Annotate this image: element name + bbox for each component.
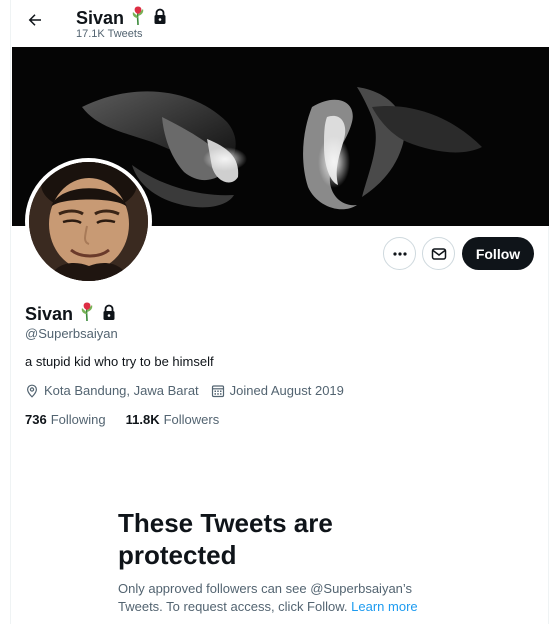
protected-lock-icon — [152, 8, 168, 30]
location-pin-icon — [26, 384, 38, 398]
header-tweet-count: 17.1K Tweets — [76, 28, 143, 40]
learn-more-link[interactable]: Learn more — [351, 599, 417, 614]
more-horizontal-icon — [392, 251, 407, 256]
following-link[interactable]: 736 Following — [25, 412, 106, 427]
location-text: Kota Bandung, Jawa Barat — [44, 383, 199, 398]
protected-notice: These Tweets are protected Only approved… — [118, 507, 458, 616]
joined-item: Joined August 2019 — [211, 383, 344, 398]
follow-button[interactable]: Follow — [462, 237, 534, 270]
followers-link[interactable]: 11.8K Followers — [126, 412, 220, 427]
follow-stats: 736 Following 11.8K Followers — [25, 412, 239, 427]
profile-name: Sivan — [25, 304, 74, 324]
profile-name-row: Sivan — [25, 302, 117, 327]
protected-lock-icon — [101, 304, 117, 326]
location-item: Kota Bandung, Jawa Barat — [25, 383, 199, 398]
followers-count: 11.8K — [125, 412, 160, 427]
avatar[interactable] — [25, 158, 152, 285]
more-options-button[interactable] — [383, 237, 416, 270]
back-button[interactable] — [24, 9, 46, 31]
message-button[interactable] — [422, 237, 455, 270]
header-name: Sivan — [76, 8, 125, 28]
back-arrow-icon — [28, 14, 41, 26]
profile-meta: Kota Bandung, Jawa Barat Joined August 2… — [25, 383, 344, 398]
profile-column: Sivan 17.1K Tweets Follow Sivan @Superbs… — [10, 0, 550, 624]
followers-label: Followers — [163, 412, 220, 427]
protected-body-wrap: Only approved followers can see @Superbs… — [118, 580, 458, 616]
following-count: 736 — [25, 412, 47, 427]
joined-text: Joined August 2019 — [229, 383, 344, 398]
avatar-image — [29, 162, 148, 281]
envelope-icon — [431, 247, 446, 260]
profile-bio: a stupid kid who try to be himself — [25, 354, 214, 369]
calendar-icon — [211, 384, 224, 397]
top-header: Sivan 17.1K Tweets — [11, 0, 550, 47]
protected-title: These Tweets are protected — [118, 508, 333, 570]
following-label: Following — [50, 412, 106, 427]
rose-icon — [79, 302, 95, 327]
profile-handle: @Superbsaiyan — [25, 326, 118, 341]
